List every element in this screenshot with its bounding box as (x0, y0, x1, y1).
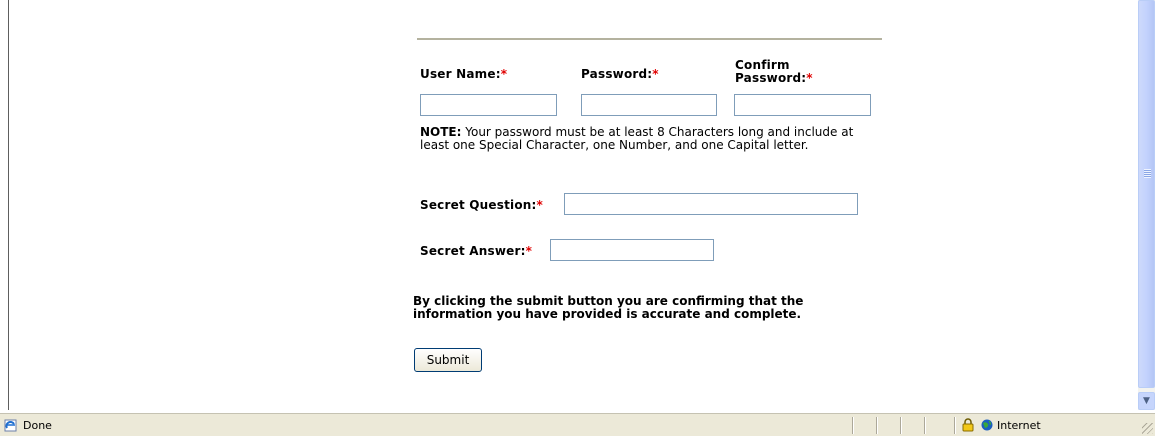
password-label: Password:* (581, 67, 659, 81)
frame-left-border (8, 0, 9, 410)
chevron-down-icon: ▼ (1143, 396, 1150, 406)
section-divider (417, 38, 882, 40)
password-label-text: Password: (581, 67, 653, 81)
vertical-scrollbar[interactable]: ▼ (1138, 0, 1155, 410)
required-marker: * (806, 71, 813, 85)
scrollbar-thumb[interactable] (1138, 0, 1155, 388)
password-field[interactable] (581, 94, 717, 116)
confirm-password-field[interactable] (734, 94, 871, 116)
status-divider (924, 417, 925, 434)
status-divider (876, 417, 877, 434)
password-note: NOTE: Your password must be at least 8 C… (420, 126, 880, 152)
required-marker: * (500, 67, 508, 81)
username-label: User Name:* (420, 67, 507, 81)
secret-question-field[interactable] (564, 193, 858, 215)
security-zone-text: Internet (997, 419, 1041, 432)
status-bar: Done Internet (0, 413, 1155, 436)
confirm-label-line2: Password: (735, 71, 807, 85)
status-divider (900, 417, 901, 434)
secret-question-label-text: Secret Question: (420, 198, 537, 212)
required-marker: * (652, 67, 659, 81)
username-field[interactable] (420, 94, 557, 116)
confirm-password-label: Confirm Password:* (735, 59, 813, 85)
secret-question-label: Secret Question:* (420, 198, 543, 212)
required-marker: * (536, 198, 544, 212)
secret-answer-field[interactable] (550, 239, 714, 261)
secret-answer-label-text: Secret Answer: (420, 244, 526, 258)
status-divider (954, 417, 955, 434)
submit-button[interactable]: Submit (414, 348, 482, 372)
secret-answer-label: Secret Answer:* (420, 244, 532, 258)
lock-icon (962, 418, 974, 432)
status-divider (852, 417, 853, 434)
status-text: Done (23, 419, 52, 432)
note-label: NOTE: (420, 125, 462, 139)
scroll-down-button[interactable]: ▼ (1138, 392, 1155, 410)
required-marker: * (525, 244, 533, 258)
resize-grip-icon[interactable] (1142, 423, 1153, 434)
note-text: Your password must be at least 8 Charact… (420, 125, 854, 152)
globe-icon (981, 419, 993, 431)
scrollbar-grip-icon (1144, 169, 1151, 178)
username-label-text: User Name: (420, 67, 501, 81)
page-done-icon (4, 419, 17, 432)
confirmation-text: By clicking the submit button you are co… (413, 294, 804, 321)
